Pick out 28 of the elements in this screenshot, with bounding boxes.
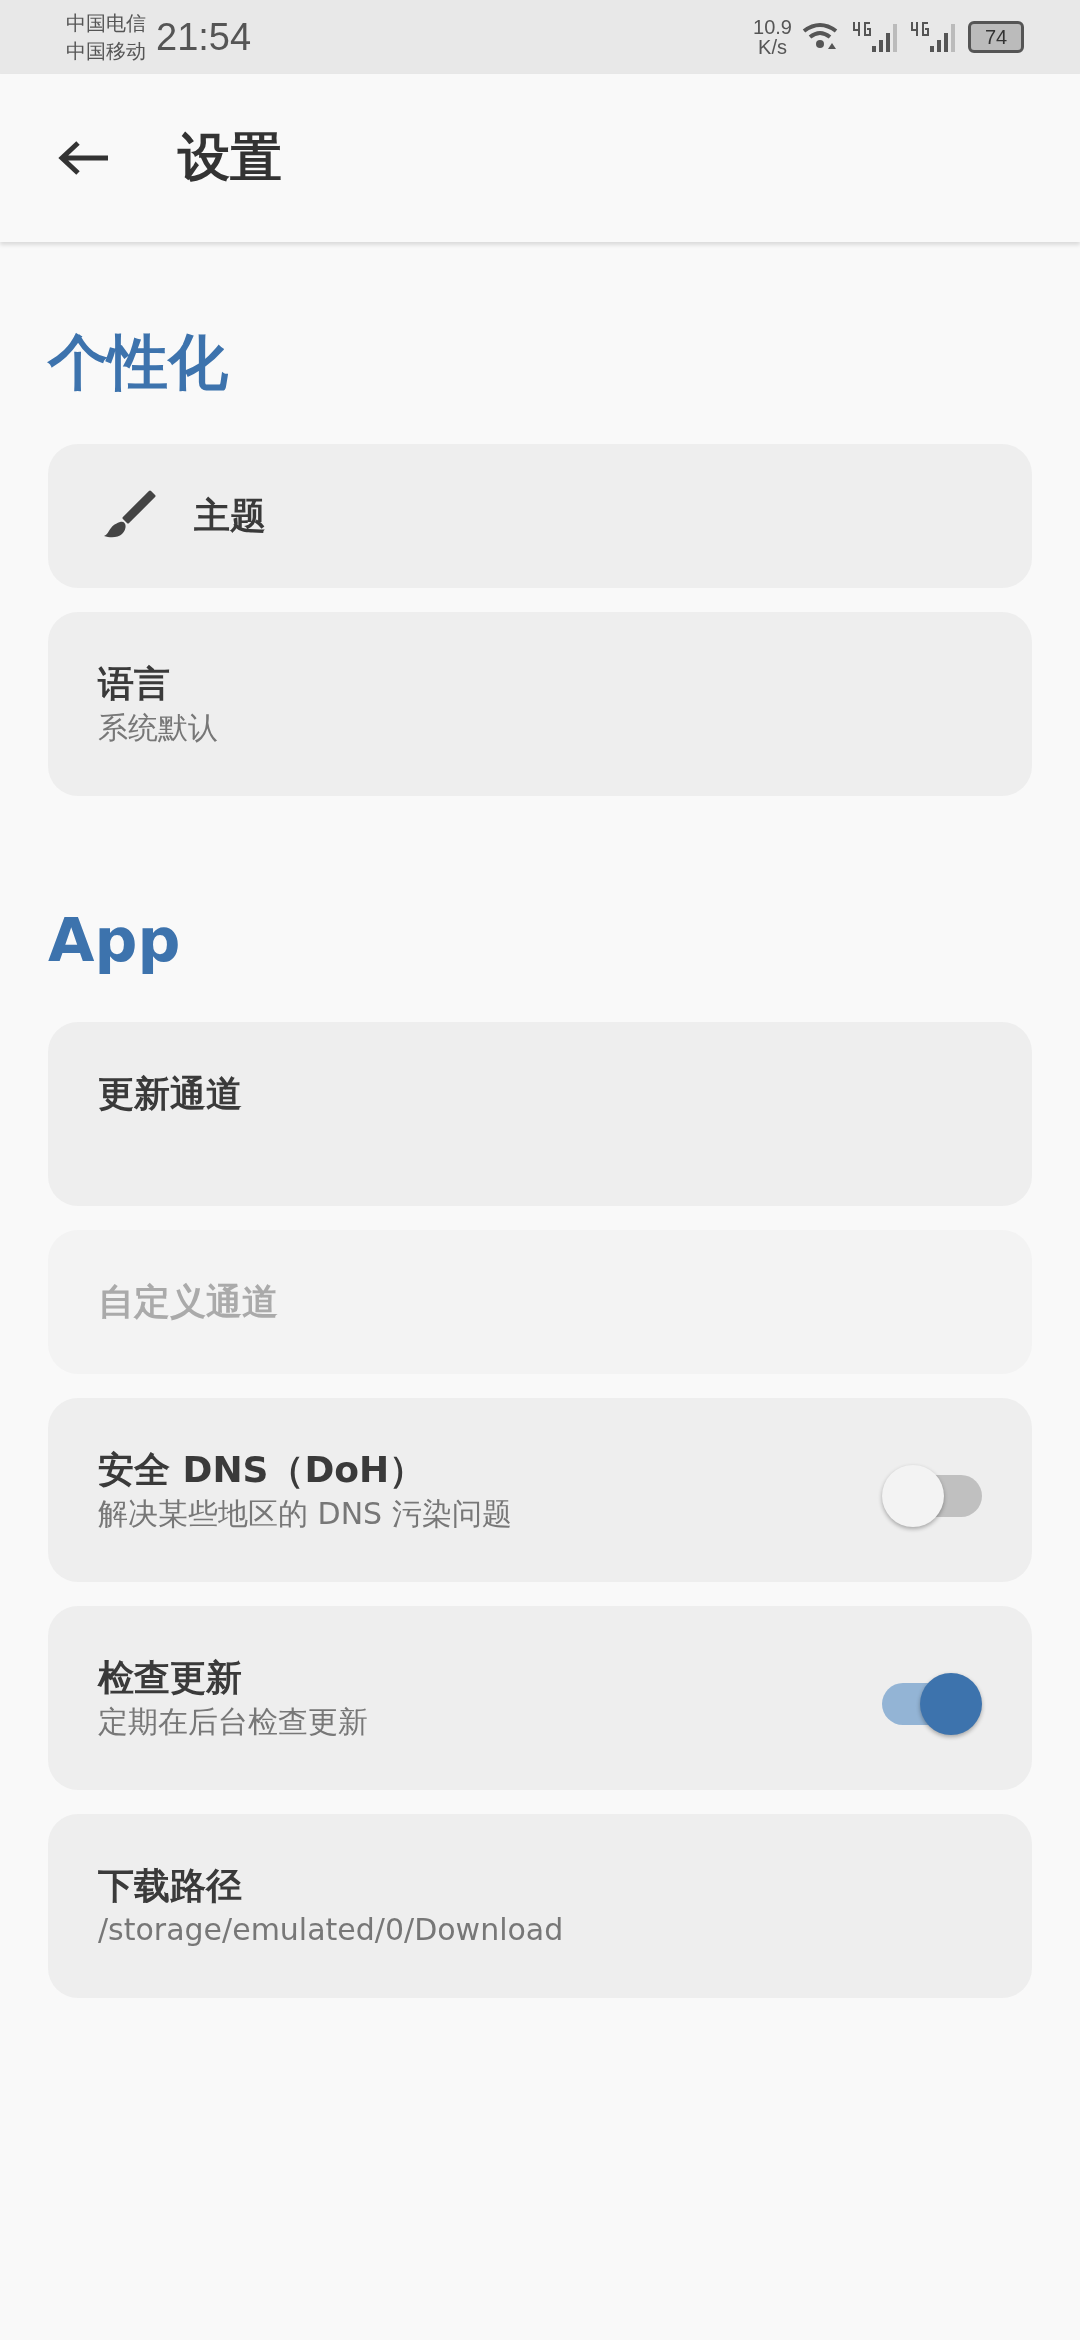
item-subtitle: 定期在后台检查更新 <box>98 1703 369 1741</box>
item-title: 更新通道 <box>98 1072 243 1116</box>
clock: 21:54 <box>156 15 252 59</box>
section-heading: App <box>48 904 182 977</box>
item-title: 语言 <box>98 662 171 706</box>
battery-icon: 74 <box>968 21 1024 53</box>
item-title: 自定义通道 <box>98 1280 279 1324</box>
item-title: 下载路径 <box>98 1864 243 1908</box>
page-title: 设置 <box>178 126 282 189</box>
settings-item[interactable]: 安全 DNS（DoH） 解决某些地区的 DNS 污染问题 <box>48 1398 1032 1582</box>
signal-icon <box>852 20 900 54</box>
settings-item[interactable]: 检查更新 定期在后台检查更新 <box>48 1606 1032 1790</box>
carrier-label: 中国移动 <box>66 38 146 65</box>
item-title: 检查更新 <box>98 1656 243 1700</box>
item-title: 安全 DNS（DoH） <box>98 1448 427 1492</box>
network-speed: 10.9 <box>753 17 792 37</box>
network-speed: K/s <box>758 37 787 57</box>
settings-item[interactable]: 下载路径 /storage/emulated/0/Download <box>48 1814 1032 1998</box>
item-title: 主题 <box>194 494 267 538</box>
item-subtitle: 系统默认 <box>98 709 219 747</box>
carrier-label: 中国电信 <box>66 10 146 37</box>
item-subtitle: /storage/emulated/0/Download <box>98 1911 565 1949</box>
settings-item[interactable]: 语言 系统默认 <box>48 612 1032 796</box>
signal-icon <box>910 20 958 54</box>
section-heading: 个性化 <box>48 326 229 399</box>
item-subtitle: 解决某些地区的 DNS 污染问题 <box>98 1495 513 1533</box>
settings-item[interactable]: 主题 <box>48 444 1032 588</box>
settings-item[interactable]: 更新通道 <box>48 1022 1032 1206</box>
